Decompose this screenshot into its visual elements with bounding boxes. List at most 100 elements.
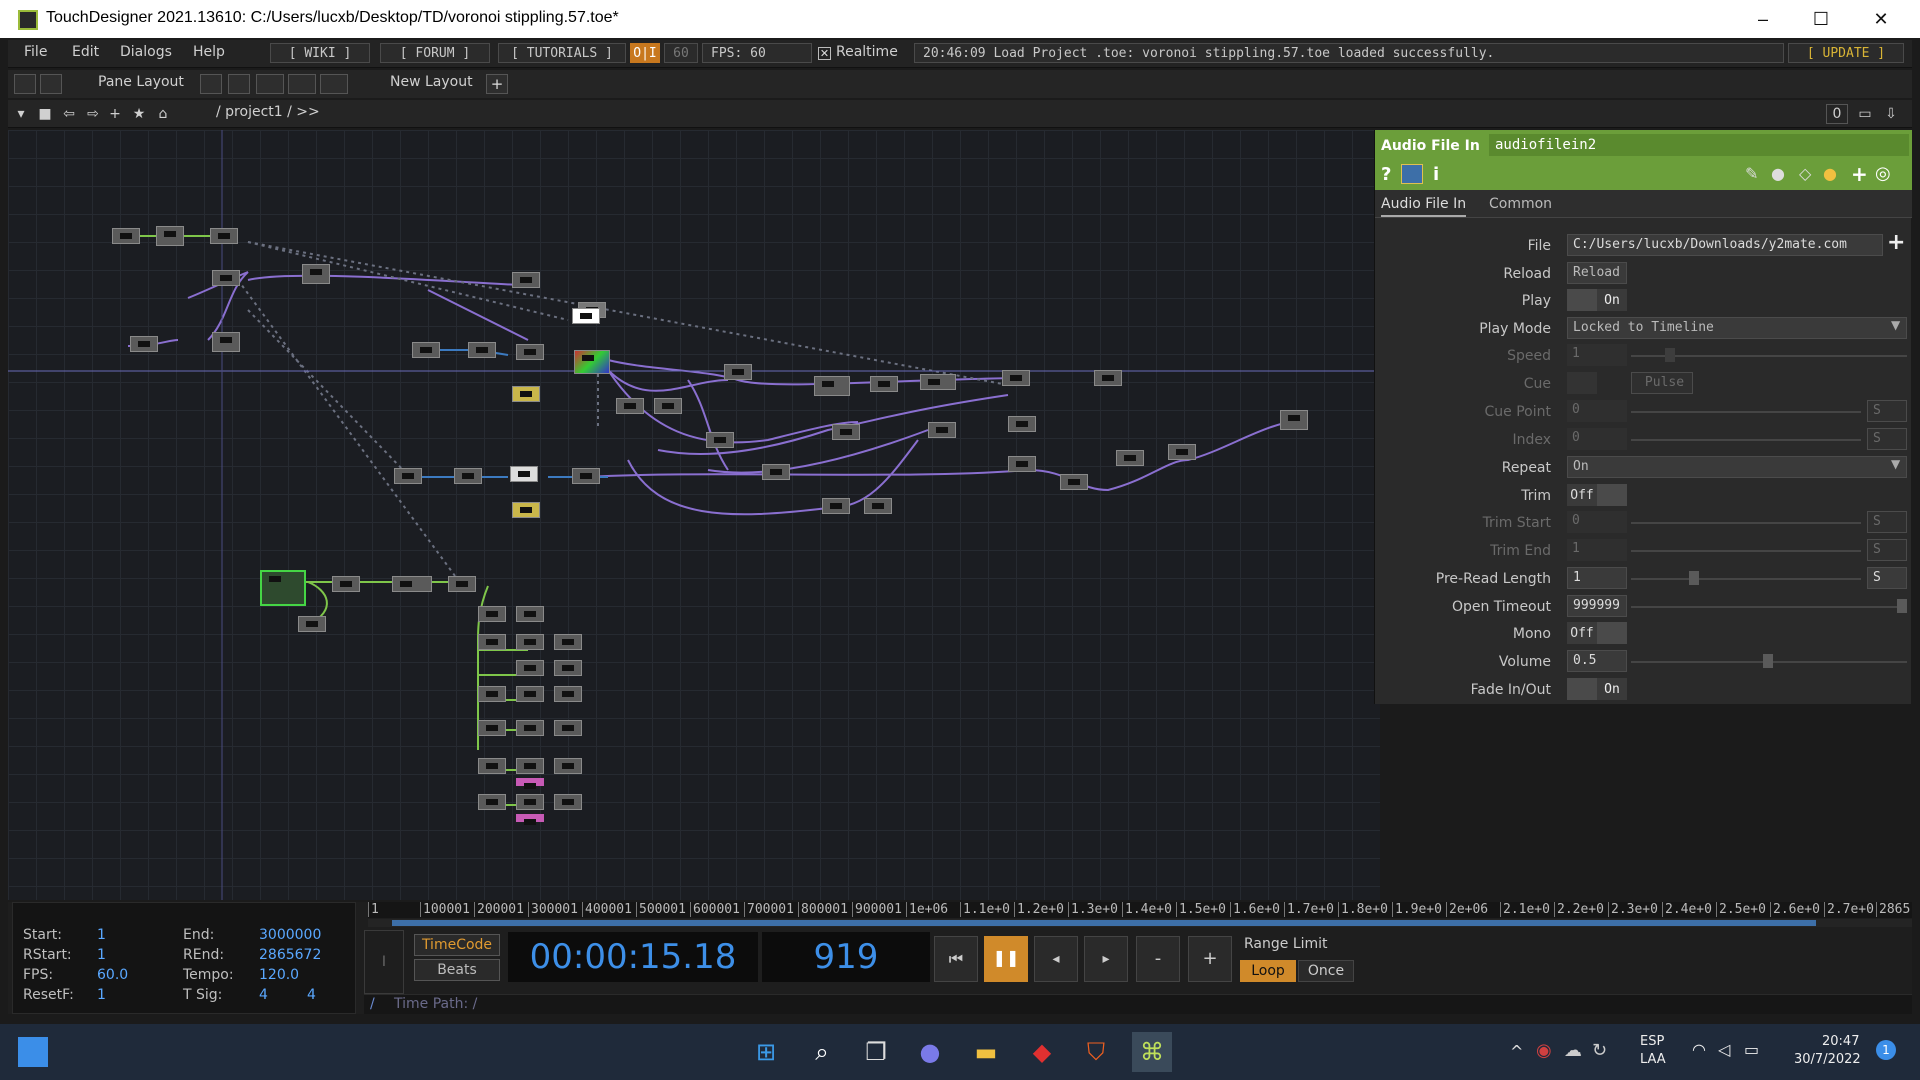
pre-read-length-knob[interactable]: [1689, 571, 1699, 585]
operator-node[interactable]: [554, 634, 582, 650]
play-toggle[interactable]: On: [1567, 289, 1627, 311]
tray-cloud-icon[interactable]: ☁: [1564, 1040, 1582, 1061]
close-button[interactable]: ✕: [1858, 4, 1904, 34]
open-timeout-field[interactable]: 999999: [1567, 595, 1627, 617]
start-icon[interactable]: ⊞: [750, 1036, 782, 1068]
bypass-icon[interactable]: ◇: [1799, 164, 1811, 183]
operator-node[interactable]: [212, 332, 240, 352]
trim-start-unit[interactable]: S: [1867, 511, 1907, 533]
operator-node[interactable]: [478, 758, 506, 774]
fps-value[interactable]: 60.0: [97, 967, 128, 983]
fade-toggle[interactable]: On: [1567, 678, 1627, 700]
operator-node[interactable]: [1008, 416, 1036, 432]
show-hidden-icons[interactable]: ^: [1510, 1042, 1523, 1061]
operator-node[interactable]: [210, 228, 238, 244]
add-icon[interactable]: +: [104, 104, 126, 124]
tray-sync-icon[interactable]: ↻: [1592, 1040, 1607, 1061]
operator-node[interactable]: [454, 468, 482, 484]
fullscreen-icon[interactable]: ▭: [1854, 104, 1876, 124]
reload-button[interactable]: Reload: [1567, 262, 1627, 284]
add-icon[interactable]: +: [1851, 162, 1868, 186]
task-view-icon[interactable]: ❐: [860, 1036, 892, 1068]
cue-point-unit[interactable]: S: [1867, 400, 1907, 422]
clock-date[interactable]: 30/7/2022: [1794, 1052, 1861, 1067]
index-unit[interactable]: S: [1867, 428, 1907, 450]
chat-icon[interactable]: ●: [914, 1036, 946, 1068]
start-value[interactable]: 1: [97, 927, 106, 943]
tempo-value[interactable]: 120.0: [259, 967, 299, 983]
add-layout-button[interactable]: +: [486, 74, 508, 94]
trim-end-field[interactable]: 1: [1567, 539, 1627, 561]
trim-start-slider[interactable]: [1631, 522, 1861, 524]
target-icon[interactable]: ◎: [1875, 163, 1891, 184]
play-mode-dropdown[interactable]: Locked to Timeline: [1567, 317, 1907, 339]
operator-node[interactable]: [554, 686, 582, 702]
python-icon[interactable]: ●: [1823, 164, 1837, 183]
selected-audiofilein-node[interactable]: [260, 570, 306, 606]
operator-node[interactable]: [554, 660, 582, 676]
operator-node[interactable]: [516, 686, 544, 702]
operator-node[interactable]: [572, 468, 600, 484]
speed-slider-knob[interactable]: [1665, 348, 1675, 362]
operator-node[interactable]: [706, 432, 734, 448]
notification-badge[interactable]: 1: [1876, 1040, 1896, 1060]
volume-field[interactable]: 0.5: [1567, 650, 1627, 672]
operator-node[interactable]: [478, 606, 506, 622]
file-explorer-icon[interactable]: ▬: [970, 1036, 1002, 1068]
operator-node[interactable]: [516, 344, 544, 360]
operator-node[interactable]: [130, 336, 158, 352]
minimize-button[interactable]: –: [1740, 4, 1786, 34]
tutorials-button[interactable]: [ TUTORIALS ]: [498, 43, 626, 63]
operator-node[interactable]: [864, 498, 892, 514]
clock-time[interactable]: 20:47: [1822, 1034, 1859, 1049]
tab-common[interactable]: Common: [1489, 196, 1552, 212]
operator-node[interactable]: [512, 386, 540, 402]
star-icon[interactable]: ★: [128, 104, 150, 124]
operator-node[interactable]: [654, 398, 682, 414]
battery-icon[interactable]: ▭: [1744, 1040, 1759, 1059]
file-browse-icon[interactable]: +: [1887, 230, 1905, 255]
cue-pulse-button[interactable]: Pulse: [1631, 372, 1693, 394]
layout-split-v-button[interactable]: [228, 74, 250, 94]
language-indicator[interactable]: ESP: [1640, 1034, 1664, 1049]
wiki-button[interactable]: [ WIKI ]: [270, 43, 370, 63]
operator-node[interactable]: [870, 376, 898, 392]
once-button[interactable]: Once: [1298, 960, 1354, 982]
operator-node[interactable]: [1116, 450, 1144, 466]
operator-node[interactable]: [478, 686, 506, 702]
network-editor[interactable]: [8, 130, 1380, 900]
layout-quad-button[interactable]: [320, 74, 348, 94]
operator-node[interactable]: [1060, 474, 1088, 490]
operator-node[interactable]: [516, 606, 544, 622]
layout-triple-button[interactable]: [288, 74, 316, 94]
operator-node[interactable]: [212, 270, 240, 286]
maximize-button[interactable]: ☐: [1798, 4, 1844, 34]
operator-node[interactable]: [1008, 456, 1036, 472]
layout-split-h-button[interactable]: [256, 74, 284, 94]
step-forward-button[interactable]: ▸: [1084, 936, 1128, 982]
timeline-cursor-icon[interactable]: I: [364, 930, 404, 994]
desktop-icon[interactable]: [14, 74, 36, 94]
operator-name-field[interactable]: audiofilein2: [1489, 134, 1909, 156]
brave-browser-icon[interactable]: ⛉: [1080, 1036, 1112, 1068]
timeline-ruler[interactable]: 1 100001 200001 300001 400001 500001 600…: [368, 902, 1912, 918]
tab-audio-file-in[interactable]: Audio File In: [1381, 196, 1467, 217]
end-value[interactable]: 3000000: [259, 927, 321, 943]
forum-button[interactable]: [ FORUM ]: [380, 43, 490, 63]
cue-point-slider[interactable]: [1631, 411, 1861, 413]
operator-node[interactable]: [814, 376, 850, 396]
panel-icon[interactable]: [40, 74, 62, 94]
operator-node[interactable]: [112, 228, 140, 244]
comment-icon[interactable]: ●: [1771, 164, 1785, 183]
operator-node[interactable]: [468, 342, 496, 358]
loop-button[interactable]: Loop: [1240, 960, 1296, 982]
rstart-value[interactable]: 1: [97, 947, 106, 963]
operator-node[interactable]: [554, 794, 582, 810]
operator-node[interactable]: [392, 576, 432, 592]
menu-edit[interactable]: Edit: [72, 44, 99, 60]
operator-node[interactable]: [512, 502, 540, 518]
operator-node[interactable]: [156, 226, 184, 246]
operator-node[interactable]: [572, 308, 600, 324]
touchdesigner-taskbar-icon[interactable]: ⌘: [1132, 1032, 1172, 1072]
operator-node[interactable]: [332, 576, 360, 592]
